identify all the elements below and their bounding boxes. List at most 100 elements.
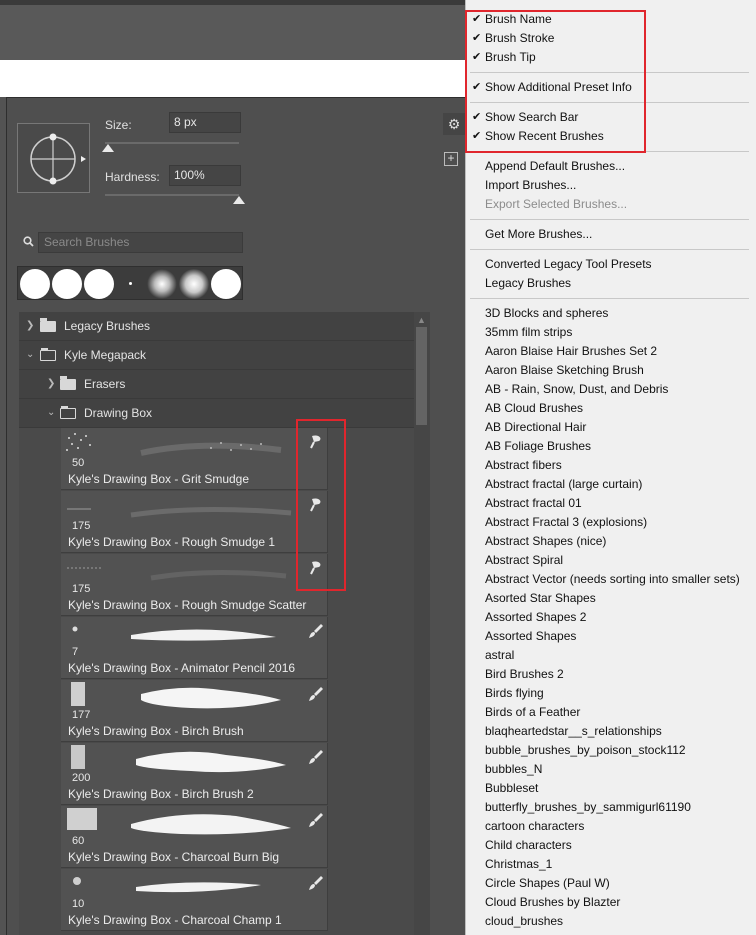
menu-item-action[interactable]: Import Brushes... — [485, 176, 576, 195]
hardness-field[interactable]: 100% — [169, 165, 241, 186]
hardness-label: Hardness: — [105, 170, 160, 184]
brush-stroke-preview — [66, 433, 282, 456]
brush-name: Kyle's Drawing Box - Animator Pencil 201… — [68, 661, 296, 675]
menu-item-brush-set[interactable]: AB - Rain, Snow, Dust, and Debris — [485, 380, 668, 399]
recent-brush-1[interactable] — [20, 269, 50, 299]
menu-item-brush-set[interactable]: Bubbleset — [485, 779, 538, 798]
scroll-thumb[interactable] — [416, 327, 427, 425]
recent-brush-3[interactable] — [84, 269, 114, 299]
menu-item-converted[interactable]: Converted Legacy Tool Presets — [485, 255, 652, 274]
menu-item-converted[interactable]: Legacy Brushes — [485, 274, 571, 293]
size-slider-track[interactable] — [105, 142, 239, 144]
hardness-slider-handle[interactable] — [233, 196, 245, 204]
chevron-down-icon[interactable]: ⌄ — [47, 407, 55, 418]
folder-label: Legacy Brushes — [64, 319, 151, 333]
document-canvas[interactable] — [0, 60, 470, 97]
recent-brush-2[interactable] — [52, 269, 82, 299]
brush-size: 177 — [72, 709, 91, 721]
menu-item-brush-set[interactable]: Aaron Blaise Hair Brushes Set 2 — [485, 342, 657, 361]
menu-item-action[interactable]: Append Default Brushes... — [485, 157, 625, 176]
recent-brush-6[interactable] — [179, 269, 209, 299]
chevron-down-icon[interactable]: ⌄ — [26, 349, 34, 360]
brush-stroke-preview — [67, 808, 291, 835]
brush-icon — [309, 687, 323, 701]
brush-preset-row[interactable]: 175 Kyle's Drawing Box - Rough Smudge Sc… — [61, 554, 328, 616]
size-field[interactable]: 8 px — [169, 112, 241, 133]
brush-tip-preview[interactable] — [17, 123, 90, 193]
menu-item-brush-set[interactable]: AB Directional Hair — [485, 418, 586, 437]
menu-item-brush-set[interactable]: Christmas_1 — [485, 855, 552, 874]
brush-name: Kyle's Drawing Box - Rough Smudge 1 — [68, 535, 276, 549]
brush-icon — [309, 876, 323, 890]
menu-item-brush-set[interactable]: cloud_brushes — [485, 912, 563, 931]
gear-icon[interactable]: ⚙ — [443, 113, 465, 135]
brush-stroke-preview — [73, 877, 261, 893]
brush-preset-row[interactable]: 175 Kyle's Drawing Box - Rough Smudge 1 — [61, 491, 328, 553]
brush-icon — [309, 813, 323, 827]
brush-size: 7 — [72, 646, 79, 658]
open-folder-icon — [40, 348, 56, 361]
menu-item-brush-set[interactable]: Child characters — [485, 836, 572, 855]
menu-item-brush-set[interactable]: Aaron Blaise Sketching Brush — [485, 361, 644, 380]
menu-item-brush-set[interactable]: Asorted Star Shapes — [485, 589, 596, 608]
recent-brush-7[interactable] — [211, 269, 241, 299]
menu-item-get-more[interactable]: Get More Brushes... — [485, 225, 592, 244]
brush-preset-row[interactable]: 50 Kyle's Drawing Box - Grit Smudge — [61, 428, 328, 490]
chevron-right-icon[interactable]: ❯ — [26, 320, 34, 331]
brush-name: Kyle's Drawing Box - Charcoal Champ 1 — [68, 913, 282, 927]
menu-item-brush-set[interactable]: 3D Blocks and spheres — [485, 304, 608, 323]
menu-item-brush-set[interactable]: Abstract Shapes (nice) — [485, 532, 606, 551]
brush-name: Kyle's Drawing Box - Rough Smudge Scatte… — [68, 598, 307, 612]
scroll-up-icon[interactable]: ▲ — [417, 315, 426, 325]
menu-item-brush-set[interactable]: Abstract Spiral — [485, 551, 563, 570]
hardness-slider-track[interactable] — [105, 194, 239, 196]
new-preset-icon[interactable]: + — [444, 152, 458, 166]
menu-item-brush-set[interactable]: Abstract Vector (needs sorting into smal… — [485, 570, 740, 589]
folder-icon — [60, 376, 76, 390]
search-input[interactable]: Search Brushes — [38, 232, 243, 253]
recent-brush-4[interactable] — [129, 282, 132, 285]
brush-stroke-preview — [72, 626, 276, 641]
folder-kyle-megapack[interactable]: ⌄ Kyle Megapack — [19, 341, 414, 370]
brush-preset-row[interactable]: 10 Kyle's Drawing Box - Charcoal Champ 1 — [61, 869, 328, 931]
menu-item-brush-set[interactable]: Abstract fractal 01 — [485, 494, 582, 513]
menu-item-brush-set[interactable]: butterfly_brushes_by_sammigurl61190 — [485, 798, 691, 817]
menu-item-brush-set[interactable]: AB Foliage Brushes — [485, 437, 591, 456]
recent-brush-5[interactable] — [147, 269, 177, 299]
menu-item-brush-set[interactable]: Assorted Shapes — [485, 627, 576, 646]
menu-item-brush-set[interactable]: AB Cloud Brushes — [485, 399, 583, 418]
menu-item-brush-set[interactable]: Abstract Fractal 3 (explosions) — [485, 513, 647, 532]
chevron-right-icon[interactable]: ❯ — [47, 378, 55, 389]
brush-size: 175 — [72, 583, 91, 595]
menu-item-brush-set[interactable]: blaqheartedstar__s_relationships — [485, 722, 662, 741]
brush-preset-row[interactable]: 200 Kyle's Drawing Box - Birch Brush 2 — [61, 743, 328, 805]
brush-icon — [309, 750, 323, 764]
menu-item-brush-set[interactable]: astral — [485, 646, 514, 665]
scrollbar[interactable]: ▲ — [414, 312, 430, 935]
menu-item-brush-set[interactable]: Assorted Shapes 2 — [485, 608, 586, 627]
folder-drawing-box[interactable]: ⌄ Drawing Box — [19, 399, 414, 428]
menu-item-brush-set[interactable]: cartoon characters — [485, 817, 584, 836]
folder-erasers[interactable]: ❯ Erasers — [19, 370, 414, 399]
menu-item-brush-set[interactable]: Birds flying — [485, 684, 544, 703]
brush-preset-row[interactable]: 7 Kyle's Drawing Box - Animator Pencil 2… — [61, 617, 328, 679]
menu-item-brush-set[interactable]: 35mm film strips — [485, 323, 572, 342]
menu-item-brush-set[interactable]: Bird Brushes 2 — [485, 665, 564, 684]
menu-item-brush-set[interactable]: bubbles_N — [485, 760, 542, 779]
menu-item-brush-set[interactable]: Abstract fractal (large curtain) — [485, 475, 642, 494]
menu-item-brush-set[interactable]: Circle Shapes (Paul W) — [485, 874, 610, 893]
menu-item-brush-set[interactable]: bubble_brushes_by_poison_stock112 — [485, 741, 686, 760]
brush-preset-row[interactable]: 177 Kyle's Drawing Box - Birch Brush — [61, 680, 328, 742]
brush-name: Kyle's Drawing Box - Grit Smudge — [68, 472, 250, 486]
brush-size: 60 — [72, 835, 85, 847]
brush-size: 200 — [72, 772, 91, 784]
size-slider-handle[interactable] — [101, 144, 114, 152]
ruler — [0, 0, 470, 5]
brush-preset-row[interactable]: 60 Kyle's Drawing Box - Charcoal Burn Bi… — [61, 806, 328, 868]
menu-item-brush-set[interactable]: Abstract fibers — [485, 456, 562, 475]
brush-icon — [309, 624, 323, 638]
brush-name: Kyle's Drawing Box - Birch Brush — [68, 724, 244, 738]
menu-item-brush-set[interactable]: Cloud Brushes by Blazter — [485, 893, 620, 912]
folder-legacy-brushes[interactable]: ❯ Legacy Brushes — [19, 312, 414, 341]
menu-item-brush-set[interactable]: Birds of a Feather — [485, 703, 580, 722]
